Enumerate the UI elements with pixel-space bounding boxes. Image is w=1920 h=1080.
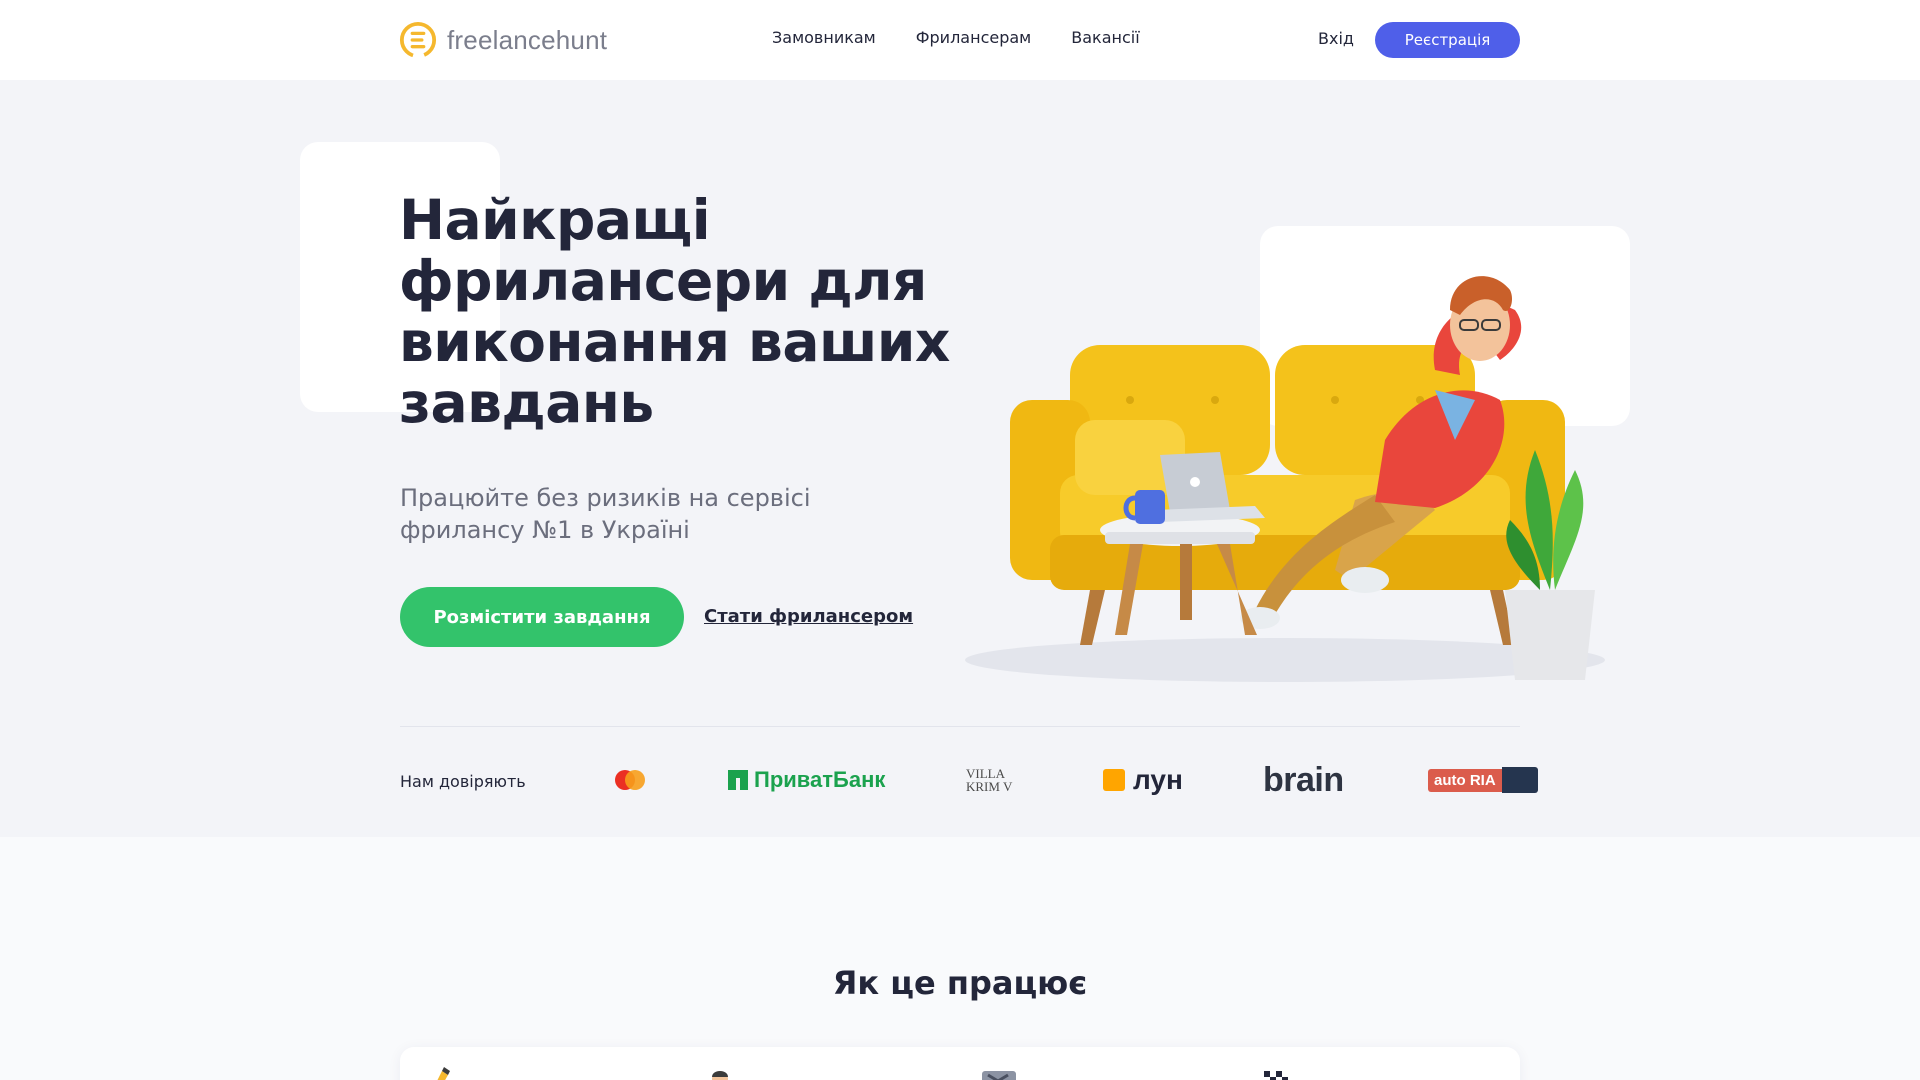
mastercard-icon [615,770,645,790]
autoria-text: auto RIA [1428,768,1502,792]
privatbank-icon [728,770,748,790]
hero-subtitle: Працюйте без ризиків на сервісі фрилансу… [400,484,811,544]
autoria-badge-icon [1501,767,1538,793]
privatbank-text: ПриватБанк [754,767,886,792]
hero-title: Найкращі фрилансери для виконання ваших … [399,188,950,435]
brain-logo: brain [1263,752,1344,808]
privatbank-logo: ПриватБанк [726,752,885,808]
main-nav: Замовникам Фрилансерам Вакансії [772,28,1140,47]
villa-krim-text: VILLA KRIM V [966,766,1013,794]
steps-card [400,1047,1520,1080]
nav-item-clients[interactable]: Замовникам [772,28,876,47]
villa-krim-logo: VILLA KRIM V [966,752,1032,808]
logo-text: freelancehunt [447,24,608,55]
nav-item-vacancies[interactable]: Вакансії [1071,28,1139,47]
nav-item-freelancers[interactable]: Фрилансерам [916,28,1032,47]
freelancehunt-logo[interactable]: freelancehunt [399,20,607,60]
become-freelancer-link[interactable]: Стати фрилансером [704,606,913,627]
how-it-works-section: Як це працює [0,837,1920,1080]
trust-label: Нам довіряють [400,772,526,791]
register-button[interactable]: Реєстрація [1375,22,1520,58]
site-header: freelancehunt Замовникам Фрилансерам Вак… [0,0,1920,80]
finish-flag-icon [1264,1071,1288,1080]
login-link[interactable]: Вхід [1318,29,1354,48]
safe-icon [982,1071,1016,1080]
section-title: Як це працює [832,964,1088,1002]
hero-illustration [965,276,1605,682]
autoria-logo: auto RIA [1428,752,1538,808]
hero-section: Найкращі фрилансери для виконання ваших … [0,80,1920,837]
divider [400,726,1520,727]
person-icon [712,1071,728,1080]
lun-text: лун [1133,764,1183,795]
pencil-icon [437,1067,450,1080]
freelancehunt-logo-icon [399,21,437,59]
post-task-button[interactable]: Розмістити завдання [400,587,684,647]
lun-logo: лун [1103,752,1183,808]
mastercard-logo [612,752,648,808]
lun-icon [1103,769,1125,791]
brain-text: brain [1263,760,1344,799]
